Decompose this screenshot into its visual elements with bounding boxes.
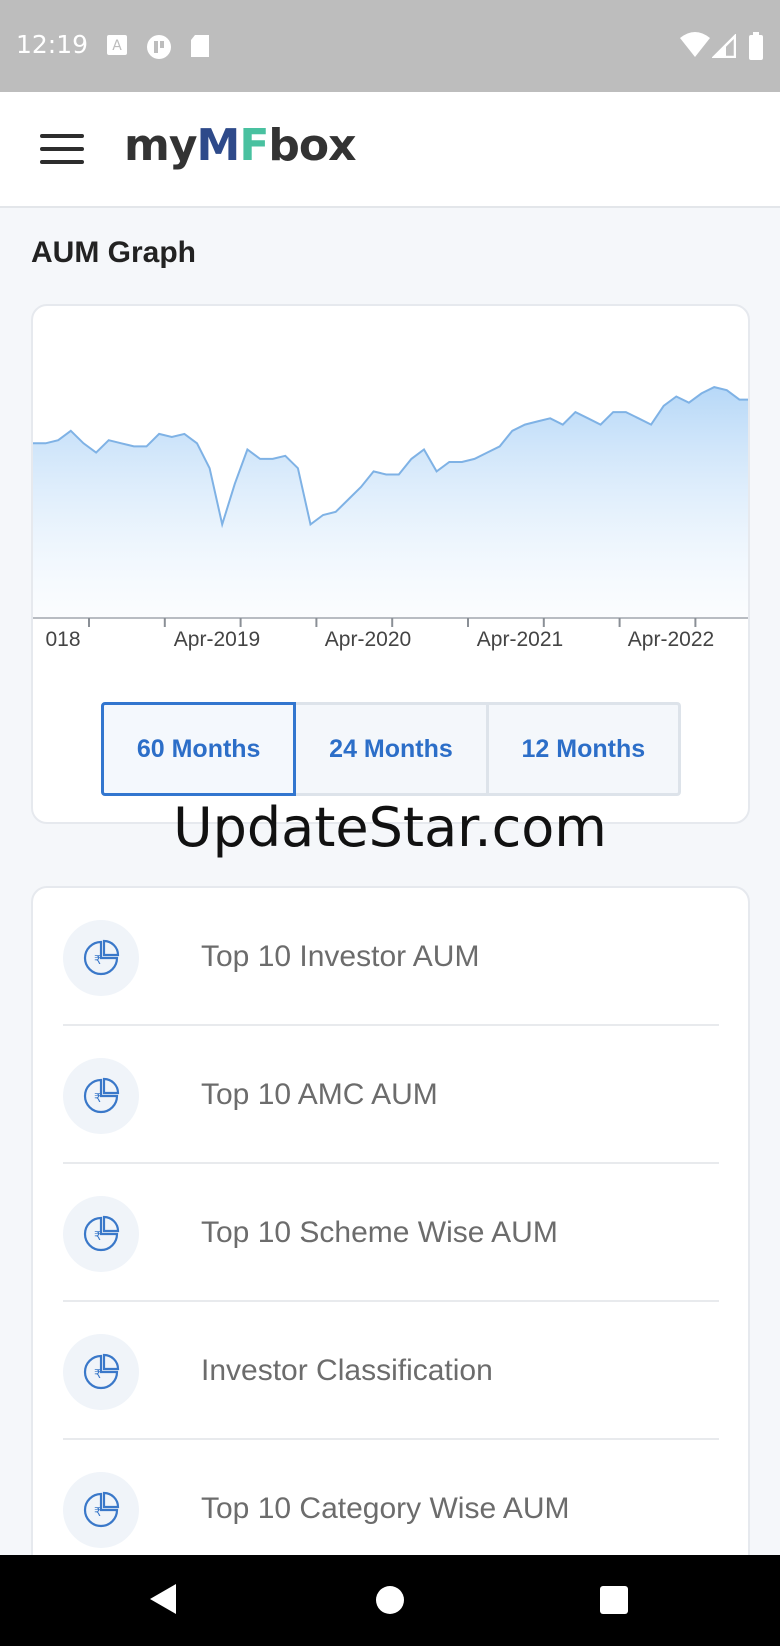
svg-text:₹: ₹	[94, 1367, 102, 1381]
list-item-label: Top 10 Scheme Wise AUM	[201, 1216, 558, 1249]
x-tick-label: Apr-2020	[325, 628, 411, 651]
list-item-top-10-amc-aum[interactable]: ₹ Top 10 AMC AUM	[63, 1026, 719, 1164]
rupee-pie-icon: ₹	[63, 1196, 139, 1272]
period-button-24-months[interactable]: 24 Months	[296, 702, 489, 796]
wifi-icon	[680, 32, 710, 57]
x-tick-label: Apr-2019	[174, 628, 260, 651]
signal-icon	[712, 34, 736, 58]
svg-text:₹: ₹	[94, 1229, 102, 1243]
watermark-text: UpdateStar.com	[173, 796, 607, 859]
rupee-pie-icon: ₹	[63, 1472, 139, 1548]
x-tick-label: Apr-2021	[477, 628, 563, 651]
status-bar: 12:19 A	[0, 0, 780, 92]
battery-icon	[749, 32, 763, 60]
home-icon[interactable]	[375, 1585, 405, 1615]
logo-part-my: my	[124, 120, 198, 171]
pocket-icon	[147, 35, 171, 59]
back-icon[interactable]	[148, 1582, 178, 1616]
list-item-label: Top 10 Category Wise AUM	[201, 1492, 570, 1525]
logo-part-m: M	[196, 120, 241, 171]
list-item-label: Top 10 Investor AUM	[201, 940, 480, 973]
hamburger-menu-icon[interactable]	[40, 134, 84, 166]
app-bar: myMFbox	[0, 92, 780, 208]
list-item-top-10-scheme-wise-aum[interactable]: ₹ Top 10 Scheme Wise AUM	[63, 1164, 719, 1302]
rupee-pie-icon: ₹	[63, 920, 139, 996]
recents-icon[interactable]	[600, 1586, 628, 1614]
list-item-investor-classification[interactable]: ₹ Investor Classification	[63, 1302, 719, 1440]
logo-part-box: box	[268, 120, 356, 171]
system-nav-bar	[0, 1555, 780, 1646]
period-button-12-months[interactable]: 12 Months	[488, 702, 681, 796]
period-button-60-months[interactable]: 60 Months	[101, 702, 297, 796]
sd-card-icon	[191, 35, 209, 57]
svg-text:₹: ₹	[94, 1505, 102, 1519]
logo-part-f: F	[239, 120, 269, 171]
list-item-label: Top 10 AMC AUM	[201, 1078, 438, 1111]
list-item-label: Investor Classification	[201, 1354, 493, 1387]
app-logo: myMFbox	[124, 120, 357, 171]
aum-chart-card: 018 Apr-2019 Apr-2020 Apr-2021 Apr-2022 60 M…	[31, 304, 750, 824]
status-time: 12:19	[16, 30, 89, 59]
rupee-pie-icon: ₹	[63, 1334, 139, 1410]
section-title: AUM Graph	[31, 236, 196, 269]
svg-text:A: A	[112, 38, 122, 54]
svg-text:₹: ₹	[94, 1091, 102, 1105]
aum-area-fill	[33, 387, 748, 618]
rupee-pie-icon: ₹	[63, 1058, 139, 1134]
aum-report-list: ₹ Top 10 Investor AUM ₹ Top 10 AMC AUM ₹…	[31, 886, 750, 1646]
x-tick-label: Apr-2022	[628, 628, 714, 651]
svg-text:₹: ₹	[94, 953, 102, 967]
list-item-top-10-investor-aum[interactable]: ₹ Top 10 Investor AUM	[63, 888, 719, 1026]
period-button-group: 60 Months 24 Months 12 Months	[101, 702, 681, 796]
x-tick-label: 018	[45, 628, 80, 651]
translate-a-icon: A	[107, 35, 127, 55]
